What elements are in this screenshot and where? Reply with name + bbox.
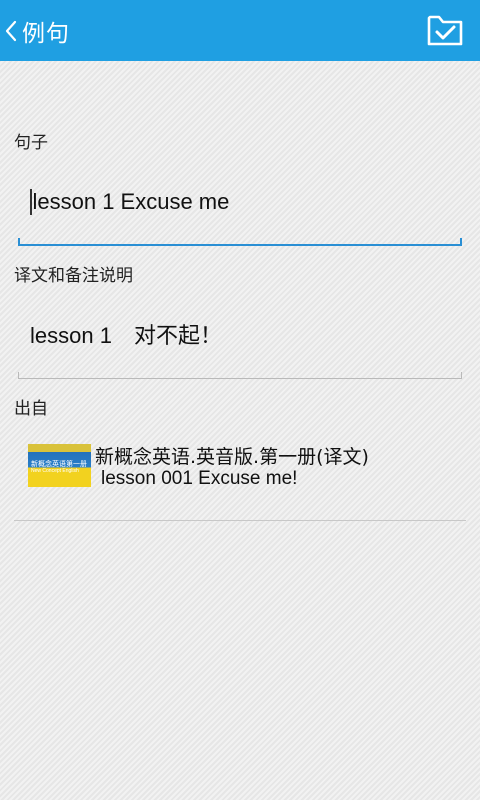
book-cover-band: [28, 444, 91, 452]
translation-input-underline: [18, 372, 462, 379]
section-divider: [14, 520, 466, 521]
translation-value: lesson 1 对不起！: [30, 323, 222, 348]
source-label: 出自: [14, 399, 48, 419]
text-caret: [30, 189, 32, 215]
top-app-bar: 例句: [0, 0, 480, 61]
source-book-title: 新概念英语.英音版.第一册(译文): [95, 446, 369, 468]
source-lesson: lesson 001 Excuse me!: [101, 468, 298, 489]
folder-check-icon: [427, 15, 463, 46]
source-book-item[interactable]: 新概念英语第一册 New Concept English 新概念英语.英音版.第…: [28, 440, 468, 500]
book-cover-thumbnail: 新概念英语第一册 New Concept English: [28, 444, 91, 487]
sentence-input-underline: [18, 238, 462, 246]
translation-label: 译文和备注说明: [14, 266, 133, 286]
book-cover-title-en: New Concept English: [31, 468, 79, 474]
save-button[interactable]: [426, 12, 464, 48]
translation-input[interactable]: lesson 1 对不起！: [18, 314, 462, 354]
page-title: 例句: [22, 20, 70, 47]
sentence-label: 句子: [14, 133, 48, 153]
sentence-input[interactable]: lesson 1 Excuse me: [18, 182, 462, 222]
sentence-value: lesson 1 Excuse me: [32, 189, 230, 214]
back-button[interactable]: 例句: [0, 0, 140, 61]
chevron-left-icon: [5, 20, 17, 41]
